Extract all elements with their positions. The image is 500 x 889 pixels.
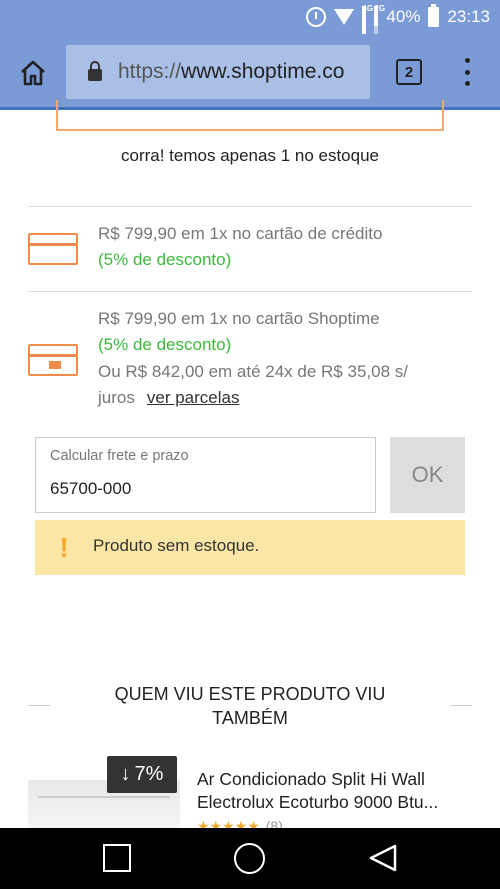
discount-value: 7% [134, 763, 164, 785]
system-nav-bar [0, 828, 500, 889]
address-bar[interactable]: https://www.shoptime.co [66, 45, 370, 99]
signal-icon: 2G [374, 4, 385, 62]
home-icon [21, 60, 45, 86]
lock-icon [88, 61, 102, 81]
product-title-line2: Electrolux Ecoturbo 9000 Btu... [197, 792, 439, 812]
wifi-icon [334, 9, 355, 25]
warning-icon: ! [59, 532, 69, 563]
recommendations-title: QUEM VIU ESTE PRODUTO VIU TAMBÉM [80, 682, 420, 730]
battery-percent: 40% [386, 7, 421, 26]
installments-suffix: juros [98, 388, 135, 407]
shoptime-card-icon [28, 344, 78, 376]
installments-text-cont: juros ver parcelas [98, 388, 239, 408]
freight-label: Calcular frete e prazo [50, 448, 189, 464]
add-to-wishlist-button[interactable] [56, 100, 444, 131]
divider [28, 206, 472, 207]
divider [450, 705, 472, 706]
network-type-label: 2G [374, 4, 386, 13]
recents-button-icon[interactable] [103, 844, 131, 872]
browser-toolbar: https://www.shoptime.co 2 [0, 34, 500, 110]
alarm-icon [306, 7, 327, 27]
freight-cep-value: 65700-000 [50, 479, 132, 498]
credit-card-icon [28, 233, 78, 265]
view-installments-link[interactable]: ver parcelas [147, 388, 240, 407]
installments-text: Ou R$ 842,00 em até 24x de R$ 35,08 s/ [98, 362, 408, 381]
battery-icon [428, 4, 440, 27]
url-host: www.shoptime.co [181, 60, 345, 83]
product-title-line1: Ar Condicionado Split Hi Wall [197, 769, 425, 789]
url-text: https://www.shoptime.co [118, 60, 344, 84]
freight-cep-input[interactable]: Calcular frete e prazo 65700-000 [35, 437, 376, 513]
payment-credit-discount: (5% de desconto) [98, 250, 232, 269]
network-type-label: 4G [362, 4, 374, 13]
tab-switcher-button[interactable]: 2 [396, 59, 422, 85]
payment-shoptime-text: R$ 799,90 em 1x no cartão Shoptime [98, 309, 380, 328]
calculate-freight-button[interactable]: OK [390, 437, 465, 513]
alert-text: Produto sem estoque. [93, 536, 260, 555]
clock: 23:13 [447, 7, 490, 26]
status-bar: 4G 2G 40% 23:13 [0, 0, 500, 62]
back-button-icon[interactable] [368, 843, 398, 873]
recommendations-title-line2: TAMBÉM [212, 708, 288, 728]
recommendations-title-line1: QUEM VIU ESTE PRODUTO VIU [114, 684, 386, 704]
home-button-icon[interactable] [234, 843, 265, 874]
payment-credit-text: R$ 799,90 em 1x no cartão de crédito [98, 224, 383, 243]
payment-shoptime-discount: (5% de desconto) [98, 335, 232, 354]
out-of-stock-alert: ! Produto sem estoque. [35, 520, 465, 575]
arrow-down-icon: ↓ [120, 763, 131, 785]
stock-notice: corra! temos apenas 1 no estoque [121, 146, 379, 165]
product-title-link[interactable]: Ar Condicionado Split Hi Wall Electrolux… [197, 768, 472, 814]
signal-icon: 4G [362, 4, 373, 62]
divider [28, 705, 50, 706]
overflow-menu-icon[interactable] [460, 58, 474, 86]
url-protocol: https:// [118, 60, 182, 83]
home-button[interactable] [18, 58, 48, 88]
discount-badge: ↓ 7% [107, 756, 177, 793]
divider [28, 291, 472, 292]
